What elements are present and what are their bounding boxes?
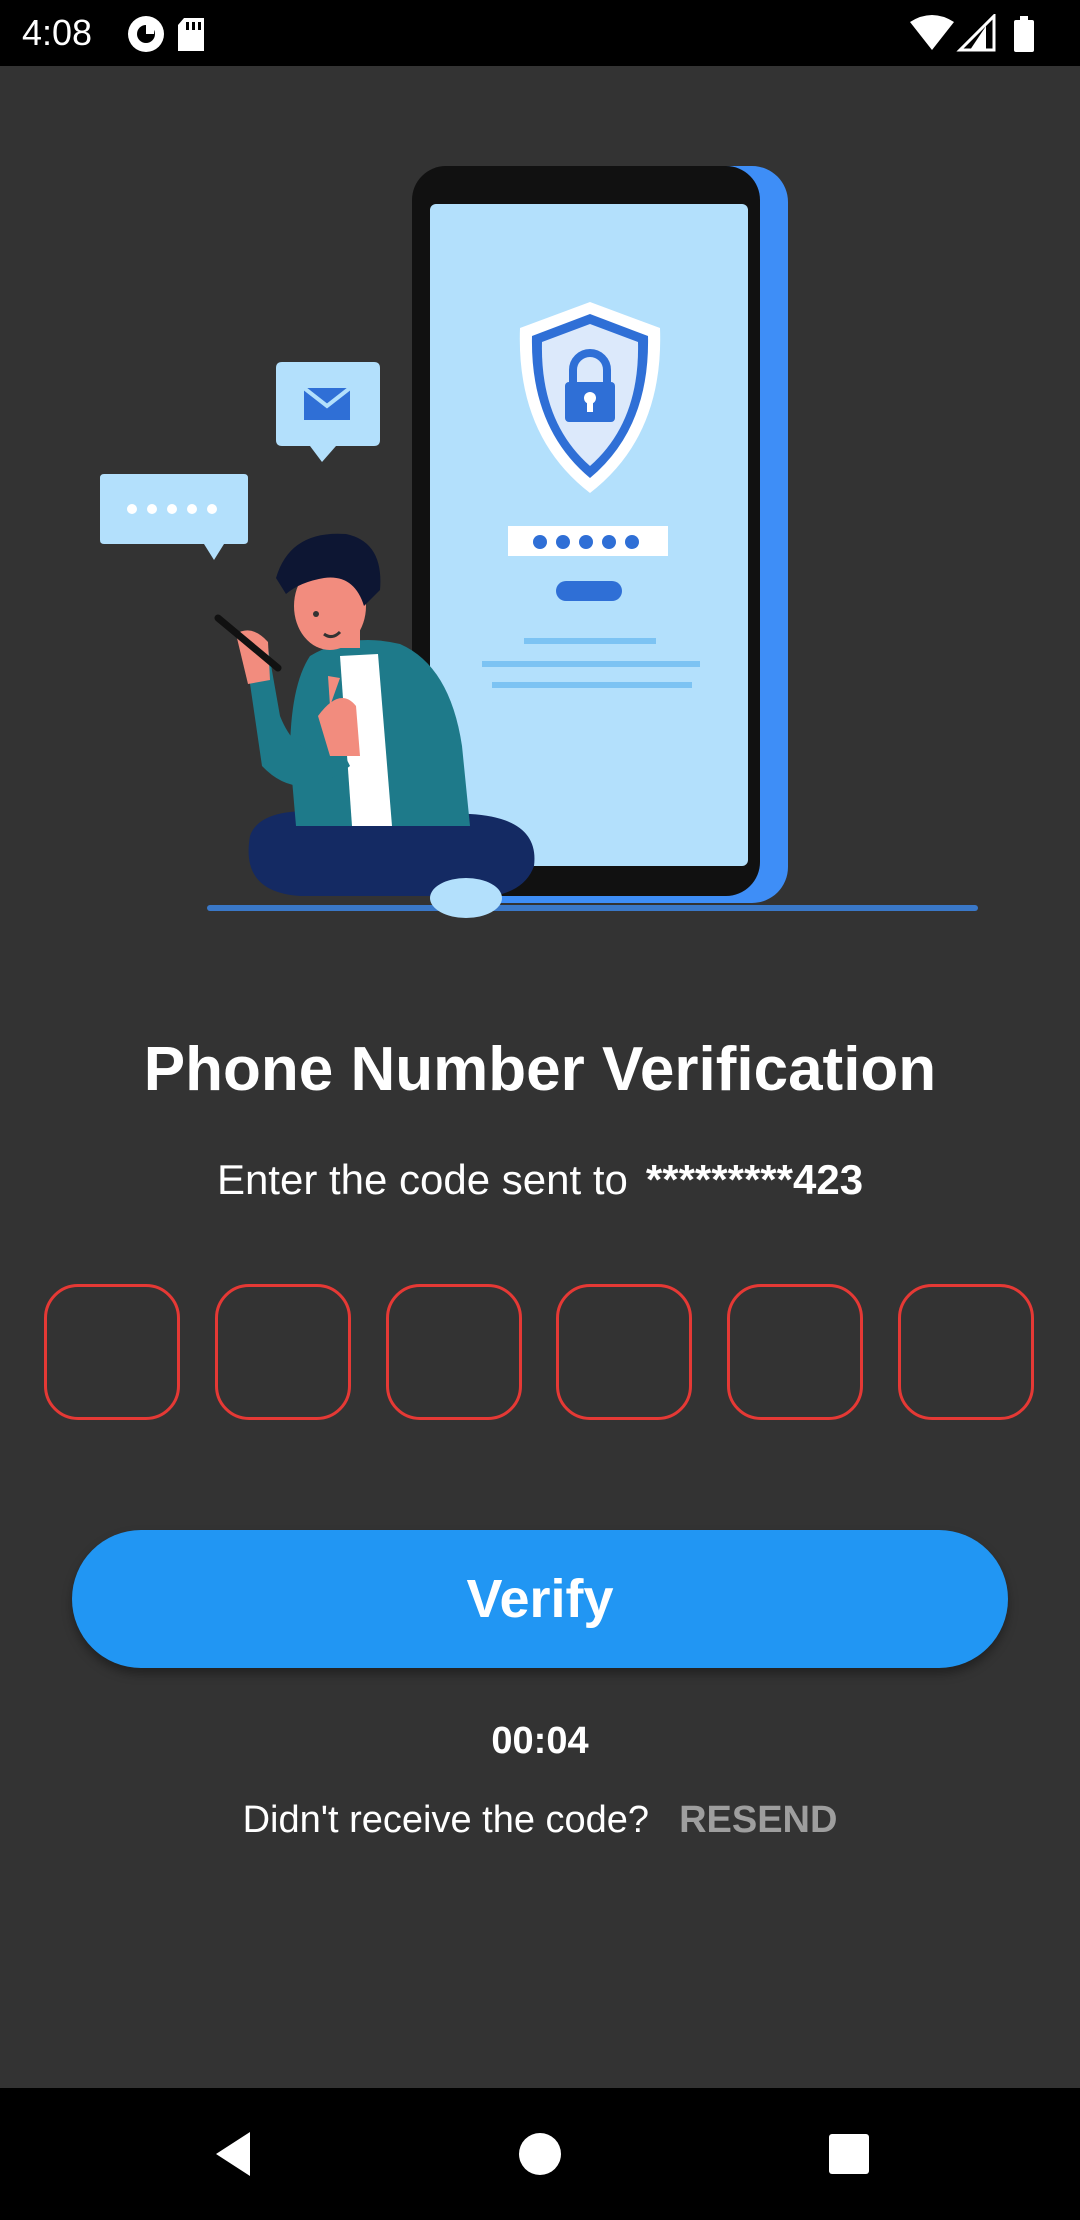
wifi-icon (910, 15, 954, 50)
home-icon[interactable] (504, 2118, 576, 2190)
cellular-signal-icon (956, 12, 996, 52)
otp-digit-1[interactable] (44, 1284, 180, 1420)
resend-button[interactable]: RESEND (679, 1799, 837, 1841)
otp-digit-3[interactable] (386, 1284, 522, 1420)
masked-phone-number: *********423 (645, 1156, 864, 1203)
countdown-timer: 00:04 (491, 1720, 589, 1762)
page-title: Phone Number Verification (143, 1035, 937, 1104)
status-time: 4:08 (22, 12, 93, 53)
back-icon[interactable] (202, 2118, 274, 2190)
status-right-icons (908, 12, 1058, 59)
recents-icon[interactable] (813, 2118, 885, 2190)
sd-card-icon (178, 18, 204, 51)
resend-row: Didn't receive the code? RESEND (0, 1795, 1080, 1845)
status-bar: 4:08 (0, 0, 1080, 66)
subtitle: Enter the code sent to *********423 (0, 1150, 1080, 1210)
otp-input-row (44, 1284, 1036, 1420)
otp-digit-5[interactable] (727, 1284, 863, 1420)
status-left-icons (126, 15, 216, 60)
otp-digit-6[interactable] (898, 1284, 1034, 1420)
hero-illustration (0, 66, 1080, 966)
otp-digit-2[interactable] (215, 1284, 351, 1420)
resend-prompt: Didn't receive the code? (242, 1799, 650, 1841)
verify-button[interactable]: Verify (72, 1530, 1008, 1668)
battery-icon (1014, 16, 1034, 52)
otp-digit-4[interactable] (556, 1284, 692, 1420)
message-bubble-icon (100, 474, 248, 560)
subtitle-text: Enter the code sent to (216, 1156, 628, 1203)
pocket-casts-icon (128, 16, 164, 52)
phone-illustration (412, 166, 788, 903)
navigation-bar (0, 2088, 1080, 2220)
envelope-bubble-icon (276, 362, 380, 462)
